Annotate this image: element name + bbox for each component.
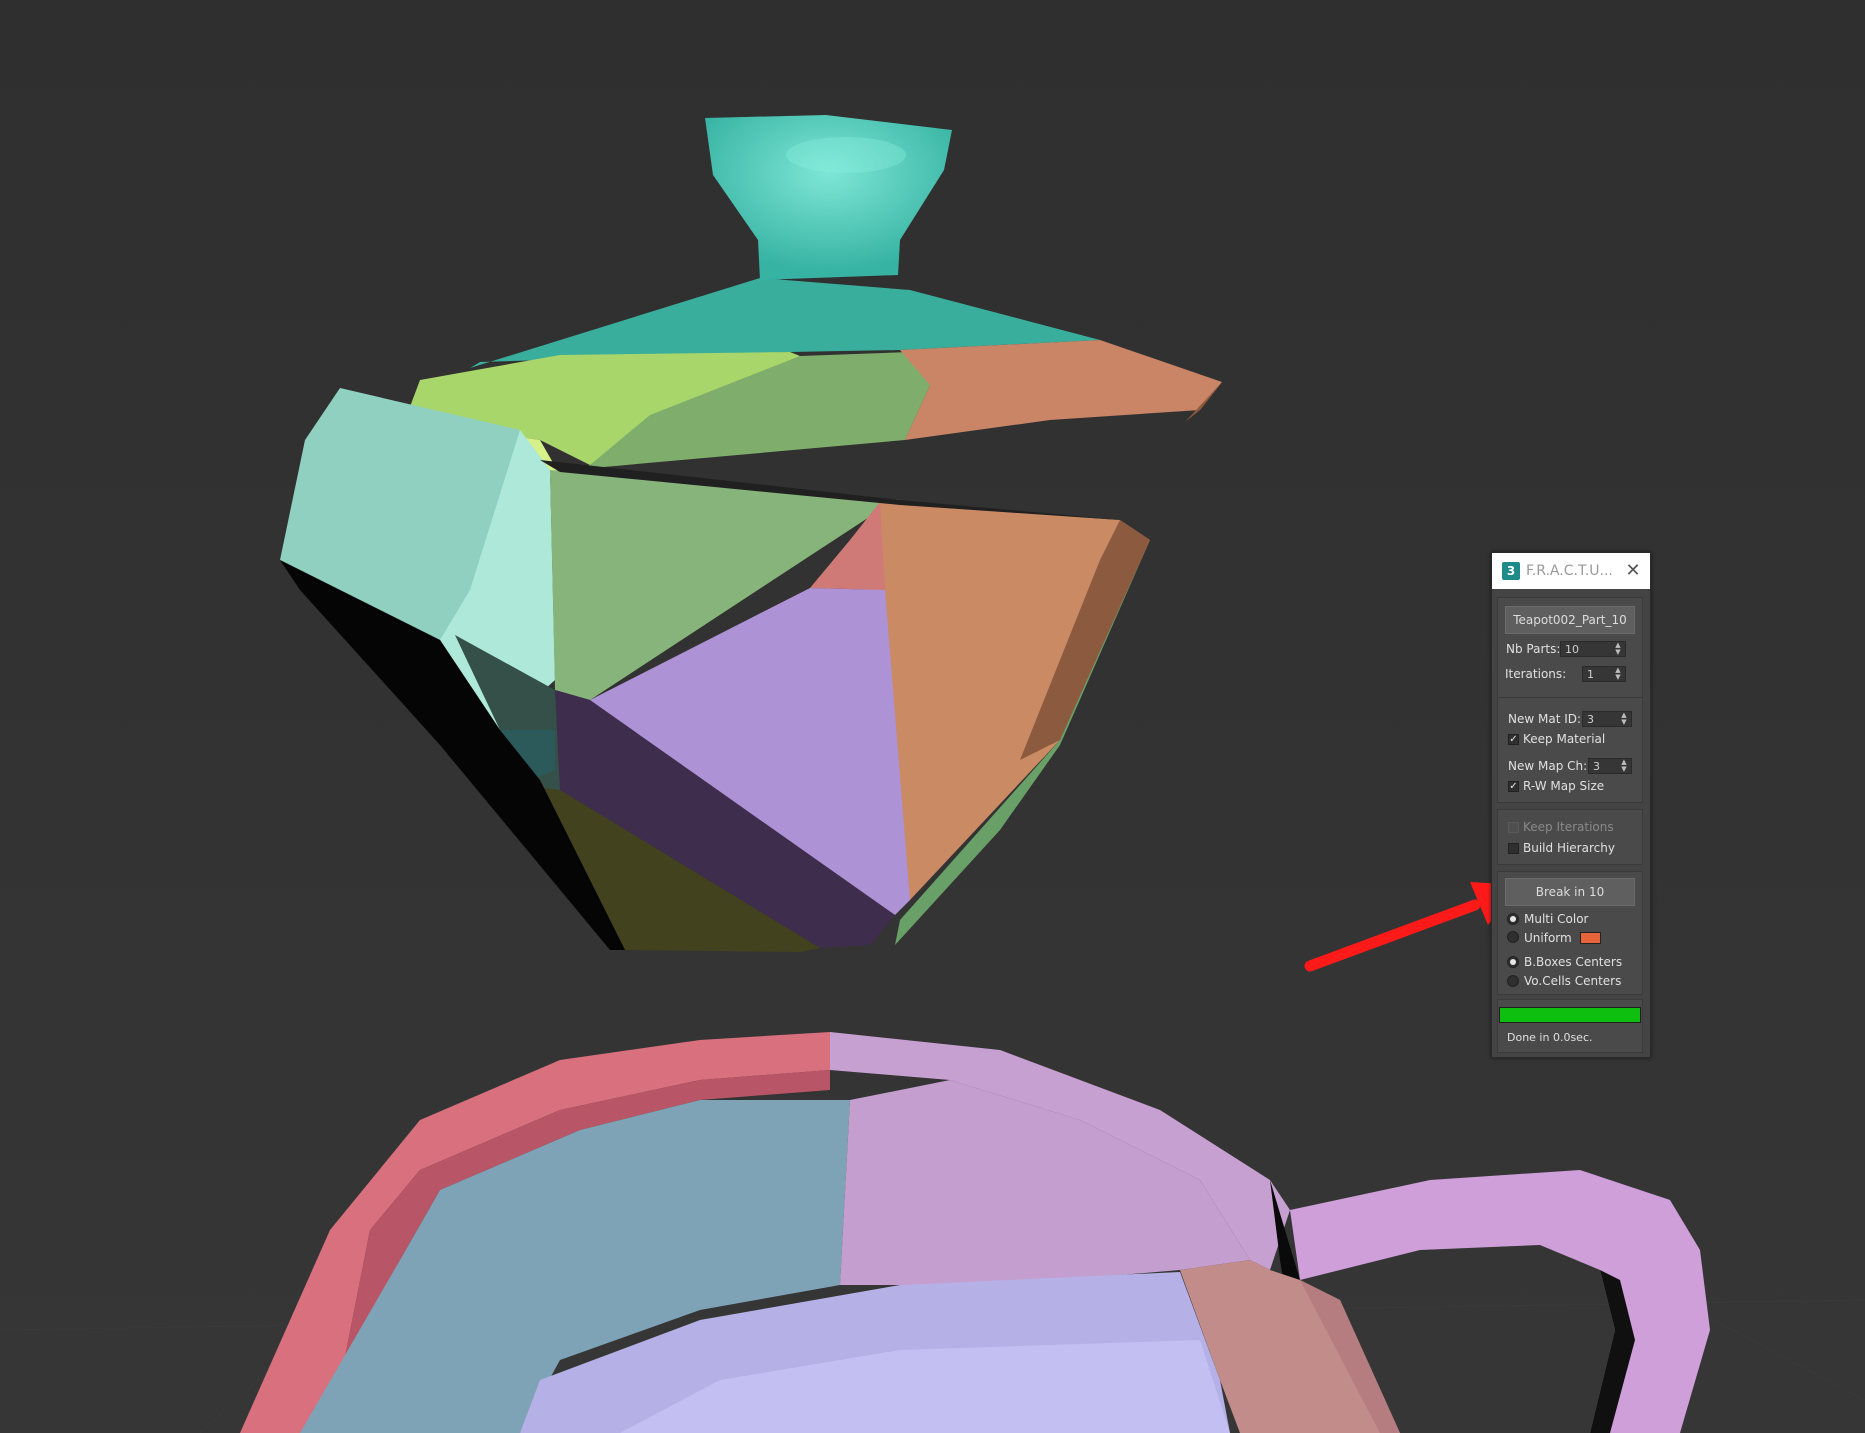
new-mat-id-spinner[interactable]: 3 ▲ ▼: [1582, 711, 1632, 727]
progress-bar: [1499, 1007, 1641, 1023]
iterations-label: Iterations:: [1505, 667, 1567, 681]
nb-parts-label: Nb Parts:: [1506, 642, 1561, 656]
object-pick-button[interactable]: Teapot002_Part_10: [1505, 606, 1635, 634]
multi-color-label: Multi Color: [1524, 912, 1589, 926]
rw-map-size-label: R-W Map Size: [1523, 779, 1605, 793]
status-text: Done in 0.0sec.: [1507, 1031, 1593, 1044]
panel-title: F.R.A.C.T.U...: [1526, 563, 1613, 579]
break-button[interactable]: Break in 10: [1505, 878, 1635, 906]
spinner-arrows-icon[interactable]: ▲ ▼: [1620, 712, 1628, 726]
break-button-label: Break in 10: [1535, 885, 1605, 899]
vocells-centers-label: Vo.Cells Centers: [1524, 974, 1622, 988]
new-mat-id-value: 3: [1587, 713, 1594, 726]
uniform-color-swatch[interactable]: [1580, 932, 1601, 944]
max-app-icon: 3: [1502, 562, 1520, 580]
new-map-ch-label: New Map Ch:: [1508, 759, 1588, 773]
spinner-arrows-icon[interactable]: ▲ ▼: [1614, 642, 1622, 656]
multi-color-radio[interactable]: [1507, 913, 1519, 925]
keep-material-checkbox[interactable]: ✓: [1508, 734, 1519, 745]
uniform-label: Uniform: [1524, 931, 1572, 945]
close-button[interactable]: ✕: [1623, 561, 1643, 581]
build-hierarchy-label: Build Hierarchy: [1523, 841, 1615, 855]
keep-iterations-label: Keep Iterations: [1523, 820, 1614, 834]
nb-parts-value: 10: [1565, 643, 1579, 656]
new-map-ch-value: 3: [1593, 760, 1600, 773]
bboxes-centers-label: B.Boxes Centers: [1524, 955, 1623, 969]
close-icon: ✕: [1625, 560, 1641, 581]
keep-material-label: Keep Material: [1523, 732, 1606, 746]
build-hierarchy-checkbox[interactable]: [1508, 843, 1519, 854]
material-group: New Mat ID: 3 ▲ ▼ ✓ Keep Material New Map…: [1497, 697, 1643, 803]
keep-iterations-checkbox[interactable]: [1508, 822, 1519, 833]
spinner-arrows-icon[interactable]: ▲ ▼: [1620, 759, 1628, 773]
bboxes-centers-radio[interactable]: [1507, 956, 1519, 968]
fracture-panel: 3 F.R.A.C.T.U... ✕ Teapot002_Part_10 Nb …: [1491, 552, 1651, 1058]
new-map-ch-spinner[interactable]: 3 ▲ ▼: [1588, 758, 1632, 774]
uniform-radio[interactable]: [1507, 931, 1519, 943]
options-group: Keep Iterations Build Hierarchy: [1497, 809, 1643, 865]
progress-fill: [1500, 1008, 1640, 1022]
vocells-centers-radio[interactable]: [1507, 975, 1519, 987]
panel-titlebar[interactable]: 3 F.R.A.C.T.U... ✕: [1492, 553, 1650, 589]
nb-parts-spinner[interactable]: 10 ▲ ▼: [1560, 641, 1626, 657]
new-mat-id-label: New Mat ID:: [1508, 712, 1582, 726]
iterations-spinner[interactable]: 1 ▲ ▼: [1582, 666, 1626, 682]
spinner-arrows-icon[interactable]: ▲ ▼: [1614, 667, 1622, 681]
object-pick-label: Teapot002_Part_10: [1513, 613, 1627, 627]
rw-map-size-checkbox[interactable]: ✓: [1508, 781, 1519, 792]
iterations-value: 1: [1587, 668, 1594, 681]
break-group: Break in 10 Multi Color Uniform B.Boxes …: [1497, 871, 1643, 995]
